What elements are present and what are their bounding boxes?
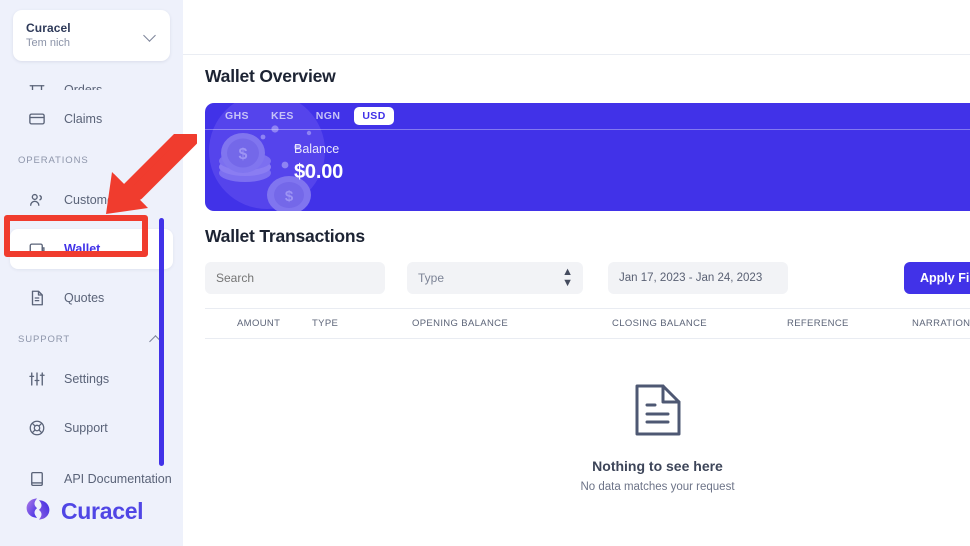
column-header-closing-balance[interactable]: CLOSING BALANCE bbox=[612, 318, 787, 329]
column-header-reference[interactable]: REFERENCE bbox=[787, 318, 912, 329]
users-icon bbox=[27, 190, 47, 210]
svg-text:$: $ bbox=[285, 188, 294, 205]
sidebar-item-orders[interactable]: Orders bbox=[10, 68, 173, 90]
org-switcher[interactable]: Curacel Tem nich bbox=[13, 10, 170, 61]
brand-logo: Curacel bbox=[24, 495, 144, 528]
transactions-table: AMOUNT TYPE OPENING BALANCE CLOSING BALA… bbox=[205, 308, 970, 493]
sidebar-section-label: OPERATIONS bbox=[18, 154, 89, 166]
chevron-up-icon bbox=[150, 154, 163, 167]
sliders-icon bbox=[27, 369, 47, 389]
balance-body: Balance $0.00 bbox=[205, 130, 970, 185]
sidebar-item-label: Wallet bbox=[64, 241, 101, 256]
document-empty-icon bbox=[632, 384, 684, 443]
app-root: Curacel Tem nich Orders Claims OPERATION… bbox=[0, 0, 970, 546]
org-switcher-text: Curacel Tem nich bbox=[26, 21, 144, 51]
sidebar-item-support[interactable]: Support bbox=[10, 408, 173, 448]
main-content: Wallet Overview $ $ GHS KES NGN USD Bala… bbox=[183, 66, 970, 493]
type-select-label: Type bbox=[418, 271, 445, 285]
column-header-amount[interactable]: AMOUNT bbox=[237, 318, 312, 329]
column-header-type[interactable]: TYPE bbox=[312, 318, 412, 329]
sidebar-item-label: Claims bbox=[64, 111, 103, 126]
search-input[interactable] bbox=[205, 262, 385, 294]
table-header-row: AMOUNT TYPE OPENING BALANCE CLOSING BALA… bbox=[205, 308, 970, 339]
sidebar-item-label: Orders bbox=[64, 83, 103, 90]
chevron-updown-icon: ▲ ▼ bbox=[562, 266, 573, 289]
sidebar-item-claims[interactable]: Claims bbox=[10, 99, 173, 139]
sidebar-item-label: Quotes bbox=[64, 290, 105, 305]
page-title: Wallet Overview bbox=[205, 66, 336, 86]
main-area: Wallet Overview $ $ GHS KES NGN USD Bala… bbox=[183, 0, 970, 546]
date-range-picker[interactable]: Jan 17, 2023 - Jan 24, 2023 bbox=[608, 262, 788, 294]
transactions-filters: Type ▲▼ Jan 17, 2023 - Jan 24, 2023 Appl… bbox=[205, 262, 970, 294]
date-range-value: Jan 17, 2023 - Jan 24, 2023 bbox=[619, 272, 763, 284]
balance-card: $ $ GHS KES NGN USD Balance $0.00 bbox=[205, 103, 970, 211]
sidebar-item-label: Support bbox=[64, 420, 108, 435]
currency-tabs: GHS KES NGN USD bbox=[205, 103, 970, 130]
currency-tab-kes[interactable]: KES bbox=[263, 107, 302, 125]
balance-label: Balance bbox=[294, 142, 340, 156]
column-header-narration[interactable]: NARRATION bbox=[912, 318, 970, 329]
empty-state-subtitle: No data matches your request bbox=[580, 481, 735, 493]
sidebar-item-settings[interactable]: Settings bbox=[10, 359, 173, 399]
lifebuoy-icon bbox=[27, 418, 47, 438]
sidebar-item-label: Settings bbox=[64, 371, 110, 386]
card-icon bbox=[27, 109, 47, 129]
sidebar-item-customers[interactable]: Customers bbox=[10, 180, 173, 220]
type-select[interactable]: Type ▲ ▼ bbox=[407, 262, 583, 294]
currency-tab-ngn[interactable]: NGN bbox=[308, 107, 349, 125]
topbar bbox=[183, 0, 970, 55]
transactions-title: Wallet Transactions bbox=[205, 226, 365, 246]
chevron-down-icon bbox=[144, 29, 157, 42]
column-header-opening-balance[interactable]: OPENING BALANCE bbox=[412, 318, 612, 329]
sidebar-item-label: API Documentation bbox=[64, 472, 172, 486]
sidebar-scrollbar[interactable] bbox=[159, 218, 164, 466]
book-icon bbox=[27, 469, 47, 489]
sidebar-item-wallet[interactable]: Wallet bbox=[10, 229, 173, 269]
sidebar-item-quotes[interactable]: Quotes bbox=[10, 278, 173, 318]
sidebar-item-label: Customers bbox=[64, 192, 125, 207]
apply-filter-button[interactable]: Apply Filter bbox=[904, 262, 970, 294]
org-subtitle: Tem nich bbox=[26, 36, 71, 49]
empty-state-title: Nothing to see here bbox=[592, 458, 723, 474]
sidebar-section-operations[interactable]: OPERATIONS bbox=[18, 148, 163, 172]
document-icon bbox=[27, 288, 47, 308]
sidebar: Curacel Tem nich Orders Claims OPERATION… bbox=[0, 0, 183, 546]
sidebar-section-support[interactable]: SUPPORT bbox=[18, 327, 163, 351]
wallet-icon bbox=[27, 239, 47, 259]
balance-value: $0.00 bbox=[294, 161, 344, 183]
curacel-logo-icon bbox=[24, 495, 52, 528]
brand-name: Curacel bbox=[61, 498, 144, 524]
currency-tab-ghs[interactable]: GHS bbox=[217, 107, 257, 125]
org-name: Curacel bbox=[26, 20, 71, 35]
empty-state: Nothing to see here No data matches your… bbox=[205, 339, 970, 493]
cart-icon bbox=[27, 70, 47, 90]
sidebar-section-label: SUPPORT bbox=[18, 333, 71, 345]
currency-tab-usd[interactable]: USD bbox=[354, 107, 394, 125]
sidebar-nav: Orders Claims OPERATIONS Customers Walle… bbox=[0, 68, 183, 510]
